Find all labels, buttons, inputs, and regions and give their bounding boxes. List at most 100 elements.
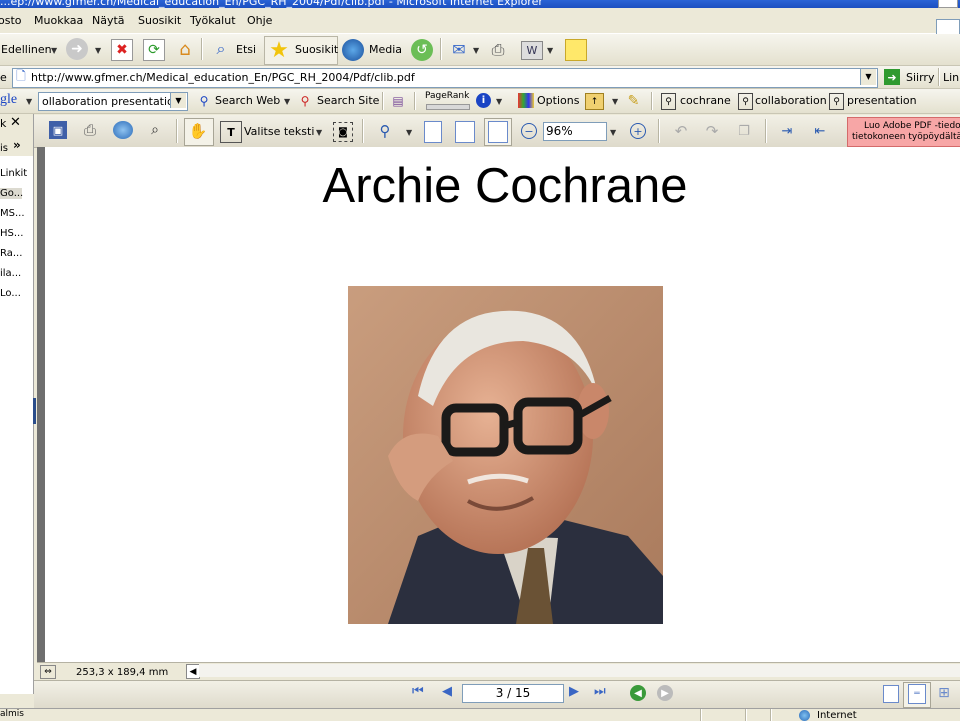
favorites-item[interactable]: ila...	[0, 268, 21, 279]
select-text-button[interactable]: Valitse teksti	[244, 125, 314, 138]
previous-page-icon[interactable]: ◀	[442, 684, 452, 699]
scroll-left-arrow-icon[interactable]: ◀	[186, 664, 200, 679]
forward-icon[interactable]: ➜	[66, 38, 88, 60]
favorites-item[interactable]: Linkit	[0, 168, 27, 179]
window-control-buttons[interactable]	[938, 0, 958, 8]
favorites-item[interactable]: HS...	[0, 228, 23, 239]
google-logo[interactable]: gle	[0, 92, 17, 108]
google-search-input[interactable]: ollaboration presentation	[38, 92, 188, 111]
page-icon: 🗋	[16, 68, 26, 83]
term-search-icon: ⚲	[829, 93, 844, 110]
panel-splitter-handle[interactable]	[33, 398, 36, 424]
favorites-item[interactable]: Ra...	[0, 248, 22, 259]
go-back-view-icon[interactable]: ◀	[630, 685, 646, 701]
zoom-tool-dropdown-icon[interactable]: ▼	[406, 128, 412, 137]
zoom-input[interactable]: 96%	[543, 122, 607, 141]
search-web-button[interactable]: Search Web	[215, 94, 280, 107]
word-edit-icon[interactable]: W	[521, 41, 543, 60]
horizontal-scrollbar[interactable]	[199, 664, 960, 677]
go-button[interactable]: Siirry	[906, 71, 934, 84]
edit-dropdown-icon[interactable]: ▼	[547, 46, 553, 55]
search-site-button[interactable]: Search Site	[317, 94, 379, 107]
page-export-icon[interactable]: ⇥	[777, 121, 797, 141]
fit-page-icon[interactable]	[455, 121, 475, 143]
favorites-button-label: Suosikit	[295, 43, 339, 56]
stop-icon[interactable]: ✖	[111, 39, 133, 61]
zoom-dropdown-icon[interactable]: ▼	[610, 128, 616, 137]
page-import-icon[interactable]: ⇤	[809, 120, 831, 142]
go-arrow-icon[interactable]: ➜	[884, 69, 900, 85]
binoculars-icon[interactable]: ⌕	[145, 121, 165, 139]
panel-close-icon[interactable]: ✕	[10, 115, 21, 130]
next-page-icon[interactable]: ▶	[569, 684, 579, 699]
menu-help[interactable]: Ohje	[247, 14, 272, 27]
google-search-dropdown-icon[interactable]: ▼	[170, 93, 186, 108]
menu-favorites[interactable]: Suosikit	[138, 14, 181, 27]
panel-expand-chevron-icon[interactable]: »	[13, 138, 21, 152]
search-site-icon[interactable]: ⚲	[297, 93, 313, 109]
search-web-dropdown-icon[interactable]: ▼	[284, 97, 290, 106]
menu-file[interactable]: osto	[0, 14, 22, 27]
single-page-layout-icon[interactable]	[883, 685, 899, 703]
adobe-pdf-line2: tietokoneen työpöydältä	[852, 132, 960, 142]
folder-dropdown-icon[interactable]: ▼	[612, 97, 618, 106]
highlight-term-cochrane[interactable]: cochrane	[680, 94, 731, 107]
back-button[interactable]: Edellinen	[1, 43, 52, 56]
home-icon[interactable]: ⌂	[174, 38, 196, 60]
menu-tools[interactable]: Työkalut	[190, 14, 236, 27]
actual-size-icon[interactable]	[424, 121, 442, 143]
zoom-in-icon[interactable]: +	[630, 123, 646, 139]
zoom-in-tool-icon[interactable]: ⚲	[375, 121, 395, 141]
last-page-icon[interactable]: ⏭	[594, 684, 606, 699]
highlight-term-presentation[interactable]: presentation	[847, 94, 917, 107]
favorites-item[interactable]: Lo...	[0, 288, 21, 299]
toolbar-separator	[765, 119, 767, 143]
notes-icon[interactable]	[565, 39, 587, 61]
highlight-term-collaboration[interactable]: collaboration	[755, 94, 827, 107]
info-dropdown-icon[interactable]: ▼	[496, 97, 502, 106]
favorites-panel-header: k ✕ is »	[0, 114, 33, 156]
menu-edit[interactable]: Muokkaa	[34, 14, 83, 27]
address-label: e	[0, 71, 7, 84]
media-button-label[interactable]: Media	[369, 43, 402, 56]
search-button-label[interactable]: Etsi	[236, 43, 256, 56]
go-forward-view-icon[interactable]: ▶	[657, 685, 673, 701]
save-icon[interactable]: ▣	[49, 121, 67, 139]
rotate-left-icon[interactable]: ↶	[671, 121, 691, 141]
media-globe-icon[interactable]	[342, 39, 364, 61]
mail-dropdown-icon[interactable]: ▼	[473, 46, 479, 55]
first-page-icon[interactable]: ⏮	[412, 684, 424, 699]
email-globe-icon[interactable]	[113, 121, 133, 139]
history-icon[interactable]: ↺	[411, 39, 433, 61]
mail-icon[interactable]: ✉	[448, 40, 470, 59]
snapshot-icon[interactable]: ◙	[333, 122, 353, 142]
splitter-icon[interactable]: ⇔	[40, 665, 56, 679]
rotate-right-icon[interactable]: ↷	[702, 121, 722, 141]
facing-layout-icon[interactable]: ⊞	[936, 685, 952, 701]
pagerank-label[interactable]: PageRank	[425, 91, 469, 101]
term-search-icon: ⚲	[738, 93, 753, 110]
news-icon[interactable]: ▤	[390, 93, 406, 109]
favorites-item[interactable]: MS...	[0, 208, 25, 219]
page-number-input[interactable]: 3 / 15	[462, 684, 564, 703]
favorites-item[interactable]: Go...	[0, 188, 23, 199]
options-button[interactable]: Options	[537, 94, 579, 107]
zoom-out-icon[interactable]: −	[521, 123, 537, 139]
folder-up-icon[interactable]: ↑	[585, 93, 604, 110]
highlighter-icon[interactable]: ✎	[625, 92, 642, 109]
print-icon[interactable]: ⎙	[487, 40, 509, 60]
forward-dropdown-icon[interactable]: ▼	[95, 46, 101, 55]
search-icon[interactable]: ⌕	[210, 38, 232, 60]
back-dropdown-icon[interactable]: ▼	[51, 46, 57, 55]
create-adobe-pdf-button[interactable]: Luo Adobe PDF -tiedo tietokoneen työpöyd…	[847, 117, 960, 147]
print-icon[interactable]: ⎙	[80, 121, 100, 139]
info-icon[interactable]: i	[476, 93, 491, 108]
links-button[interactable]: Link	[943, 71, 960, 84]
search-web-icon[interactable]: ⚲	[196, 93, 212, 109]
select-text-dropdown-icon[interactable]: ▼	[316, 128, 322, 137]
menu-view[interactable]: Näytä	[92, 14, 125, 27]
copy-icon[interactable]: ❐	[735, 121, 753, 141]
address-dropdown-icon[interactable]: ▼	[860, 69, 876, 85]
google-menu-dropdown-icon[interactable]: ▼	[26, 97, 32, 106]
refresh-icon[interactable]: ⟳	[143, 39, 165, 61]
